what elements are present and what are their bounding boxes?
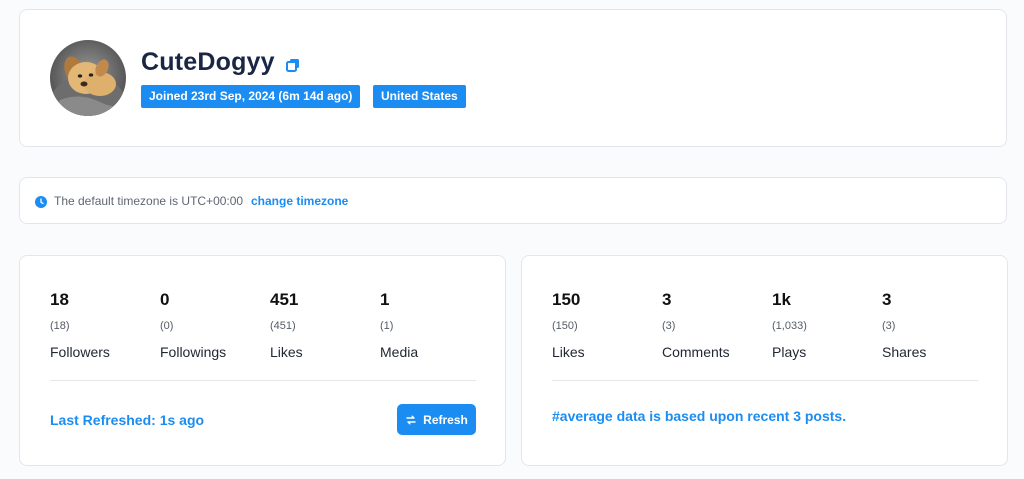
stat-media: 1 (1) Media [380,290,490,360]
stat-followings: 0 (0) Followings [160,290,270,360]
stat-sub: (1) [380,320,394,332]
account-stats-card: 18 (18) Followers 0 (0) Followings 451 (… [19,255,506,466]
stat-label: Followers [50,344,110,360]
stat-sub: (1,033) [772,320,807,332]
profile-card: CuteDogyy Joined 23rd Sep, 2024 (6m 14d … [19,9,1007,147]
stat-label: Media [380,344,419,360]
stat-value: 150 [552,290,581,309]
divider [50,380,476,381]
timezone-text: The default timezone is UTC+00:00 [54,194,244,208]
refresh-icon [406,415,416,424]
timezone-card: The default timezone is UTC+00:00 change… [19,177,1007,224]
stat-value: 1 [380,290,390,309]
stat-label: Followings [160,344,227,360]
average-note: #average data is based upon recent 3 pos… [552,408,847,424]
stat-label: Shares [882,344,927,360]
stat-label: Comments [662,344,730,360]
stat-value: 0 [160,290,170,309]
stat-value: 451 [270,290,299,309]
dog-avatar-icon [50,40,126,116]
clock-icon [35,195,47,208]
change-timezone-link[interactable]: change timezone [251,194,348,208]
stat-value: 1k [772,290,791,309]
stat-avg-likes: 150 (150) Likes [552,290,662,360]
stat-sub: (3) [662,320,676,332]
joined-badge: Joined 23rd Sep, 2024 (6m 14d ago) [141,85,361,108]
average-stats-card: 150 (150) Likes 3 (3) Comments 1k (1,033… [521,255,1008,466]
stat-followers: 18 (18) Followers [50,290,160,360]
stat-sub: (18) [50,320,70,332]
last-refreshed-text: Last Refreshed: 1s ago [50,412,205,428]
stat-avg-plays: 1k (1,033) Plays [772,290,882,360]
stat-avg-comments: 3 (3) Comments [662,290,772,360]
refresh-button-label: Refresh [423,412,468,427]
stat-sub: (150) [552,320,578,332]
stat-likes: 451 (451) Likes [270,290,380,360]
stat-label: Likes [552,344,585,360]
copy-icon[interactable] [286,58,302,74]
stat-avg-shares: 3 (3) Shares [882,290,992,360]
country-badge: United States [373,85,466,108]
divider [552,380,978,381]
stat-label: Plays [772,344,807,360]
username: CuteDogyy [141,48,275,76]
stat-sub: (3) [882,320,896,332]
refresh-button[interactable]: Refresh [397,404,476,435]
stat-sub: (0) [160,320,174,332]
stat-value: 3 [882,290,892,309]
stat-value: 18 [50,290,69,309]
stat-value: 3 [662,290,672,309]
avatar [50,40,126,116]
stat-label: Likes [270,344,303,360]
stat-sub: (451) [270,320,296,332]
